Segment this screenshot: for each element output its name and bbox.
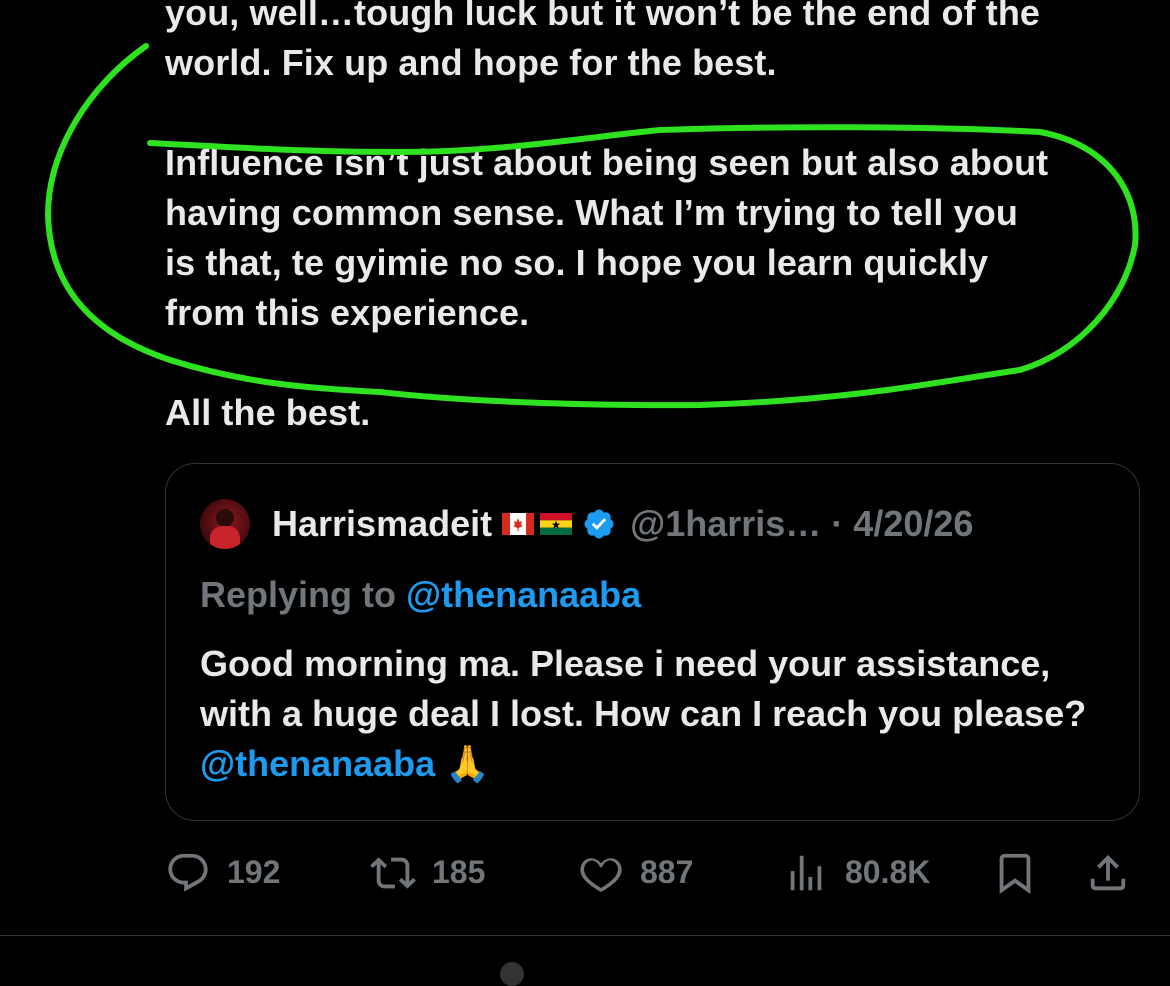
avatar[interactable] [200,499,250,549]
handle[interactable]: @1harris… [630,503,821,545]
canada-flag-icon [502,513,535,535]
repost-icon [370,856,416,889]
pray-emoji: 🙏 [445,743,491,784]
ghana-flag-icon [540,513,573,535]
repost-count: 185 [432,854,486,890]
display-name[interactable]: Harrismadeit [272,503,492,545]
repost-button[interactable]: 185 [370,845,485,900]
tweet-line: world. Fix up and hope for the best. [165,42,777,83]
like-button[interactable]: 887 [578,845,693,900]
views-count: 80.8K [845,854,931,890]
heart-icon [580,857,622,892]
views-button[interactable]: 80.8K [783,845,930,900]
tweet-text: you, well…tough luck but it won’t be the… [165,0,1155,438]
quoted-body: Good morning ma. Please i need your assi… [200,643,1087,734]
divider [0,935,1170,936]
share-button[interactable] [1085,845,1131,900]
tweet-line: is that, te gyimie no so. I hope you lea… [165,242,989,283]
tweet-line: you, well…tough luck but it won’t be the… [165,0,1041,33]
action-bar: 192 185 887 80.8K [165,845,1140,900]
mention-link[interactable]: @thenanaaba [200,743,435,784]
tweet-date[interactable]: 4/20/26 [853,503,973,545]
reply-button[interactable]: 192 [165,845,280,900]
tweet-line: having common sense. What I’m trying to … [165,192,1018,233]
tweet-line: All the best. [165,392,371,433]
tweet-line: Influence isn’t just about being seen bu… [165,142,1049,183]
quoted-tweet-text: Good morning ma. Please i need your assi… [200,639,1120,789]
tweet-line: from this experience. [165,292,530,333]
quoted-tweet-card[interactable]: Harrismadeit @1harris… · 4/20/26 Replyin… [165,463,1140,821]
replying-prefix: Replying to [200,574,396,615]
bookmark-icon [999,853,1031,894]
separator: · [831,503,844,544]
reply-icon [168,853,208,892]
like-count: 887 [640,854,694,890]
share-icon [1090,854,1126,890]
next-avatar[interactable] [500,962,524,986]
views-icon [790,855,822,890]
bookmark-button[interactable] [992,845,1038,900]
verified-badge-icon [584,509,614,539]
reply-count: 192 [227,854,281,890]
replying-handle-link[interactable]: @thenanaaba [406,574,641,615]
quoted-tweet-header: Harrismadeit @1harris… · 4/20/26 [200,498,973,550]
replying-to: Replying to @thenanaaba [200,574,641,616]
